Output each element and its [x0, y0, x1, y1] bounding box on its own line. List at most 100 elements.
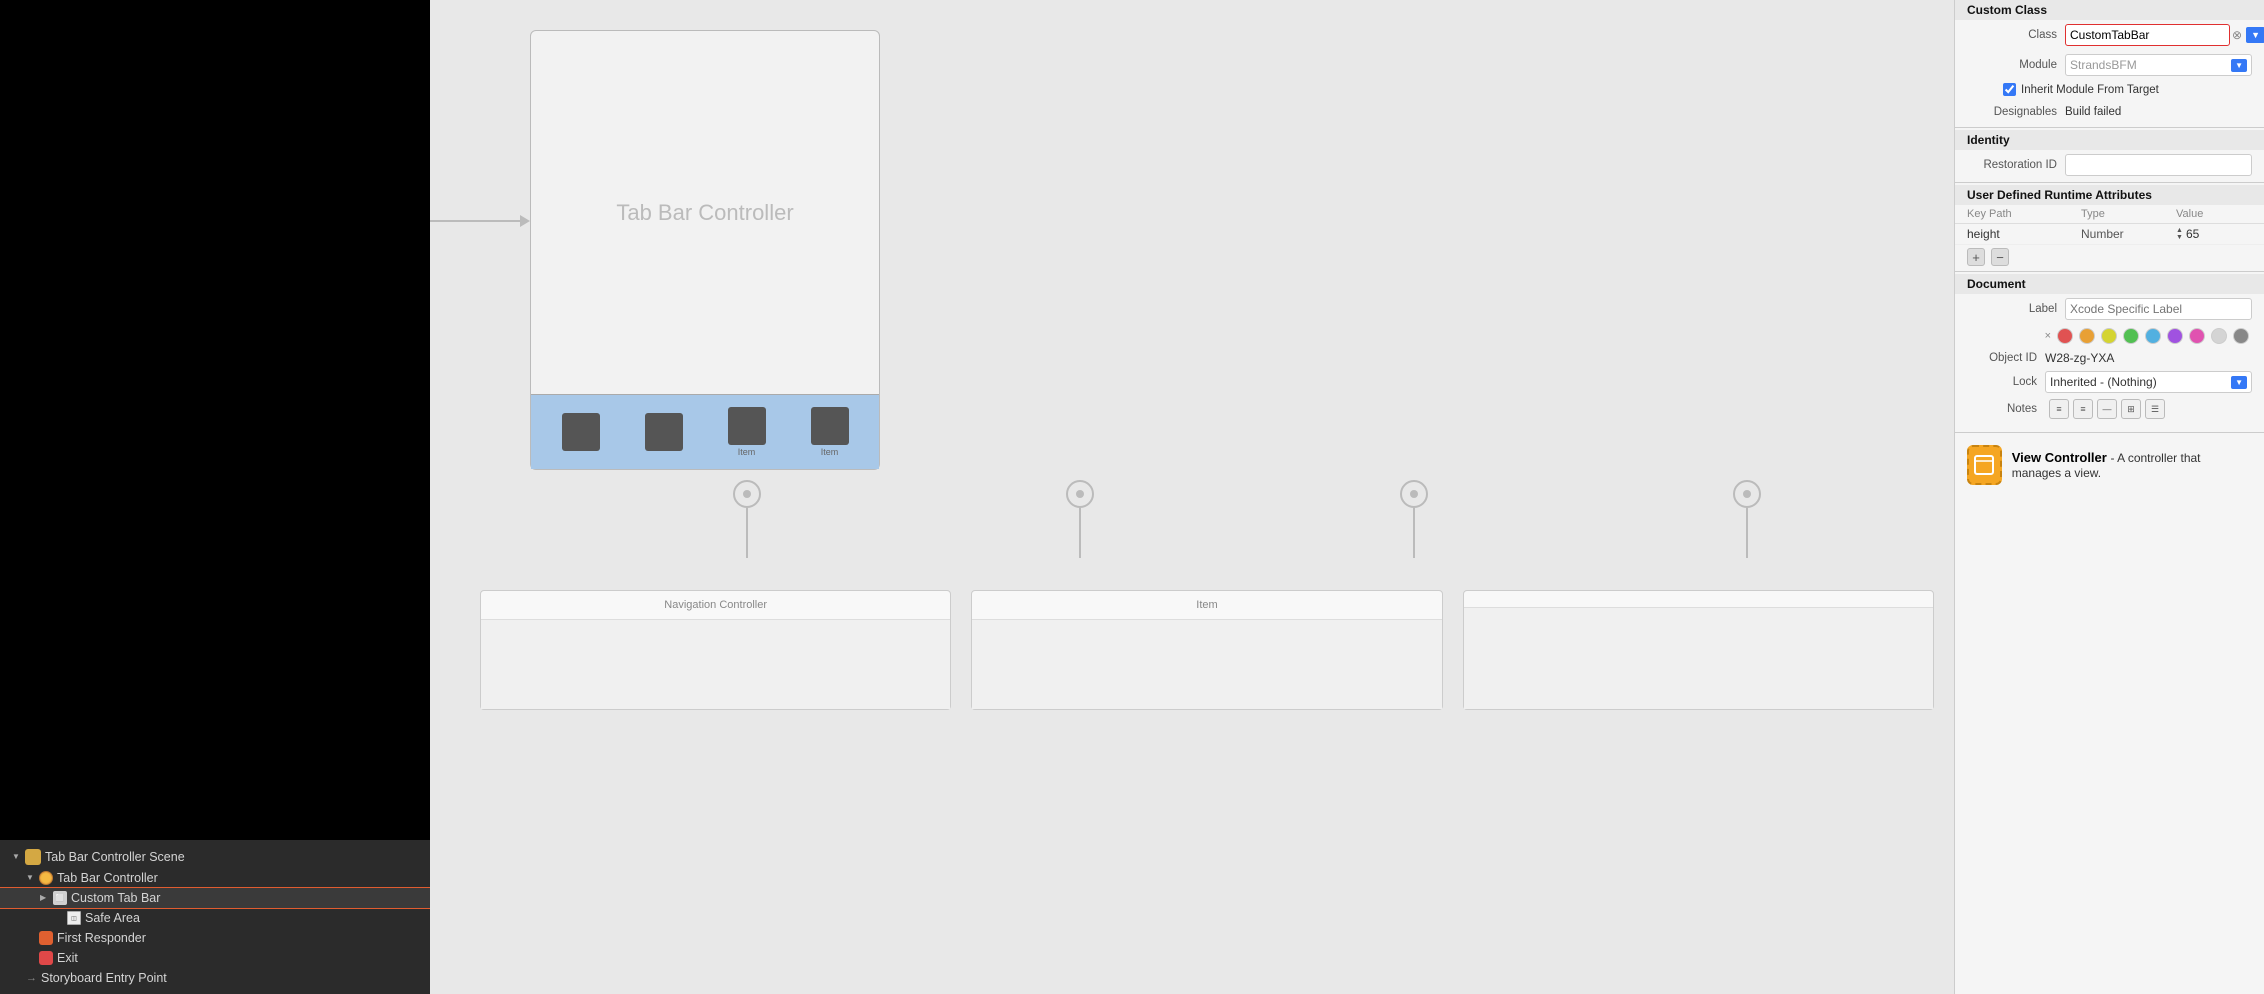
col-value: Value [2176, 208, 2252, 220]
attr-table-header: Key Path Type Value [1955, 205, 2264, 224]
doc-label-row: Label [1955, 294, 2264, 324]
scene-icon [25, 849, 41, 865]
customtabbar-icon: ⬜ [53, 891, 67, 905]
conn-group-1 [733, 480, 761, 558]
color-swatch-blue[interactable] [2145, 328, 2161, 344]
restoration-label: Restoration ID [1967, 159, 2057, 171]
conn-circle-2 [1066, 480, 1094, 508]
vc-icon [1967, 445, 2002, 485]
class-clear-icon[interactable]: ⊗ [2232, 28, 2242, 42]
tab-icon-1 [562, 413, 600, 451]
nav-controller-label: Navigation Controller [481, 591, 950, 620]
color-swatch-orange[interactable] [2079, 328, 2095, 344]
inherit-checkbox[interactable] [2003, 83, 2016, 96]
lock-select[interactable]: Inherited - (Nothing) ▼ [2045, 371, 2252, 393]
conn-line-3 [1413, 508, 1415, 558]
tree-item-tabbar[interactable]: Tab Bar Controller [0, 868, 430, 888]
tree-item-storyboard[interactable]: → Storyboard Entry Point [0, 968, 430, 988]
item-controller-content [972, 620, 1441, 709]
color-swatch-purple[interactable] [2167, 328, 2183, 344]
notes-icon-align[interactable]: ≡ [2073, 399, 2093, 419]
doc-label-input[interactable] [2065, 298, 2252, 320]
lock-dropdown-icon[interactable]: ▼ [2231, 376, 2247, 389]
notes-icon-dash[interactable]: — [2097, 399, 2117, 419]
tree-item-safearea[interactable]: ◫ Safe Area [0, 908, 430, 928]
color-swatch-yellow[interactable] [2101, 328, 2117, 344]
triangle-tabbar[interactable] [26, 873, 36, 883]
vc-text-group: View Controller - A controller that mana… [2012, 450, 2252, 480]
designables-label: Designables [1967, 106, 2057, 118]
designables-row: Designables Build failed [1955, 99, 2264, 125]
remove-attr-button[interactable]: − [1991, 248, 2009, 266]
notes-icon-grid[interactable]: ⊞ [2121, 399, 2141, 419]
add-attr-button[interactable]: + [1967, 248, 1985, 266]
extra-controller-box [1463, 590, 1934, 710]
tab-label-4: Item [821, 447, 839, 457]
tab-item-3: Item [728, 407, 766, 457]
storyboard-label: Storyboard Entry Point [41, 971, 167, 985]
col-type: Type [2081, 208, 2176, 220]
lock-value: Inherited - (Nothing) [2050, 375, 2157, 389]
restoration-row: Restoration ID [1955, 150, 2264, 180]
conn-line-1 [746, 508, 748, 558]
color-swatch-gray[interactable] [2233, 328, 2249, 344]
color-swatch-lightgray[interactable] [2211, 328, 2227, 344]
nav-controller-box: Navigation Controller [480, 590, 951, 710]
conn-group-2 [1066, 480, 1094, 558]
module-dropdown-icon[interactable]: ▼ [2231, 59, 2247, 72]
divider-3 [1955, 271, 2264, 272]
tree-item-customtabbar[interactable]: ⬜ Custom Tab Bar [0, 888, 430, 908]
item-controller-label: Item [972, 591, 1441, 620]
color-swatch-red[interactable] [2057, 328, 2073, 344]
tree-item-exit[interactable]: Exit [0, 948, 430, 968]
canvas-area: Tab Bar Controller Item Item [430, 0, 1954, 994]
conn-line-2 [1079, 508, 1081, 558]
triangle-customtabbar[interactable] [40, 893, 50, 903]
class-dropdown-icon[interactable]: ▼ [2246, 27, 2264, 43]
color-swatch-green[interactable] [2123, 328, 2139, 344]
module-select[interactable]: StrandsBFM ▼ [2065, 54, 2252, 76]
tab-icon-2 [645, 413, 683, 451]
module-row: Module StrandsBFM ▼ [1955, 50, 2264, 80]
object-id-value: W28-zg-YXA [2045, 351, 2114, 365]
nav-controller-content [481, 620, 950, 709]
tabbar-icon [39, 871, 53, 885]
class-input-group: ⊗ ▼ [2065, 24, 2264, 46]
attr-keypath-height: height [1967, 227, 2081, 241]
tab-item-2 [645, 413, 683, 451]
module-value: StrandsBFM [2070, 58, 2137, 72]
tree-item-firstresponder[interactable]: First Responder [0, 928, 430, 948]
item-controller-box: Item [971, 590, 1442, 710]
color-swatch-pink[interactable] [2189, 328, 2205, 344]
notes-row: Notes ≡ ≡ — ⊞ ☰ [1955, 396, 2264, 422]
tab-icon-4 [811, 407, 849, 445]
restoration-input[interactable] [2065, 154, 2252, 176]
color-x-button[interactable]: × [2045, 330, 2051, 342]
tab-bar-controller-phone: Tab Bar Controller Item Item [530, 30, 880, 470]
stepper-icon[interactable]: ▲▼ [2176, 227, 2183, 241]
conn-circle-1 [733, 480, 761, 508]
color-swatches [2057, 328, 2252, 344]
class-input[interactable] [2065, 24, 2230, 46]
exit-label: Exit [57, 951, 78, 965]
extra-controller-label [1464, 591, 1933, 608]
phone-title: Tab Bar Controller [531, 31, 879, 394]
conn-circle-3 [1400, 480, 1428, 508]
notes-icon-list[interactable]: ☰ [2145, 399, 2165, 419]
safearea-icon: ◫ [67, 911, 81, 925]
tree-item-scene[interactable]: Tab Bar Controller Scene [0, 846, 430, 868]
notes-icon-lines[interactable]: ≡ [2049, 399, 2069, 419]
phone-tabbar: Item Item [531, 394, 879, 469]
extra-controller-content [1464, 608, 1933, 709]
firstresponder-label: First Responder [57, 931, 146, 945]
inherit-label: Inherit Module From Target [2021, 84, 2159, 96]
attr-value-number: 65 [2186, 227, 2199, 241]
safearea-label: Safe Area [85, 911, 140, 925]
left-panel: Tab Bar Controller Scene Tab Bar Control… [0, 0, 430, 994]
scene-label: Tab Bar Controller Scene [45, 850, 185, 864]
triangle-scene[interactable] [12, 852, 22, 862]
arrow-head-icon [520, 215, 530, 227]
vc-title: View Controller [2012, 450, 2107, 465]
tabbar-label: Tab Bar Controller [57, 871, 158, 885]
lock-label: Lock [1967, 376, 2037, 388]
